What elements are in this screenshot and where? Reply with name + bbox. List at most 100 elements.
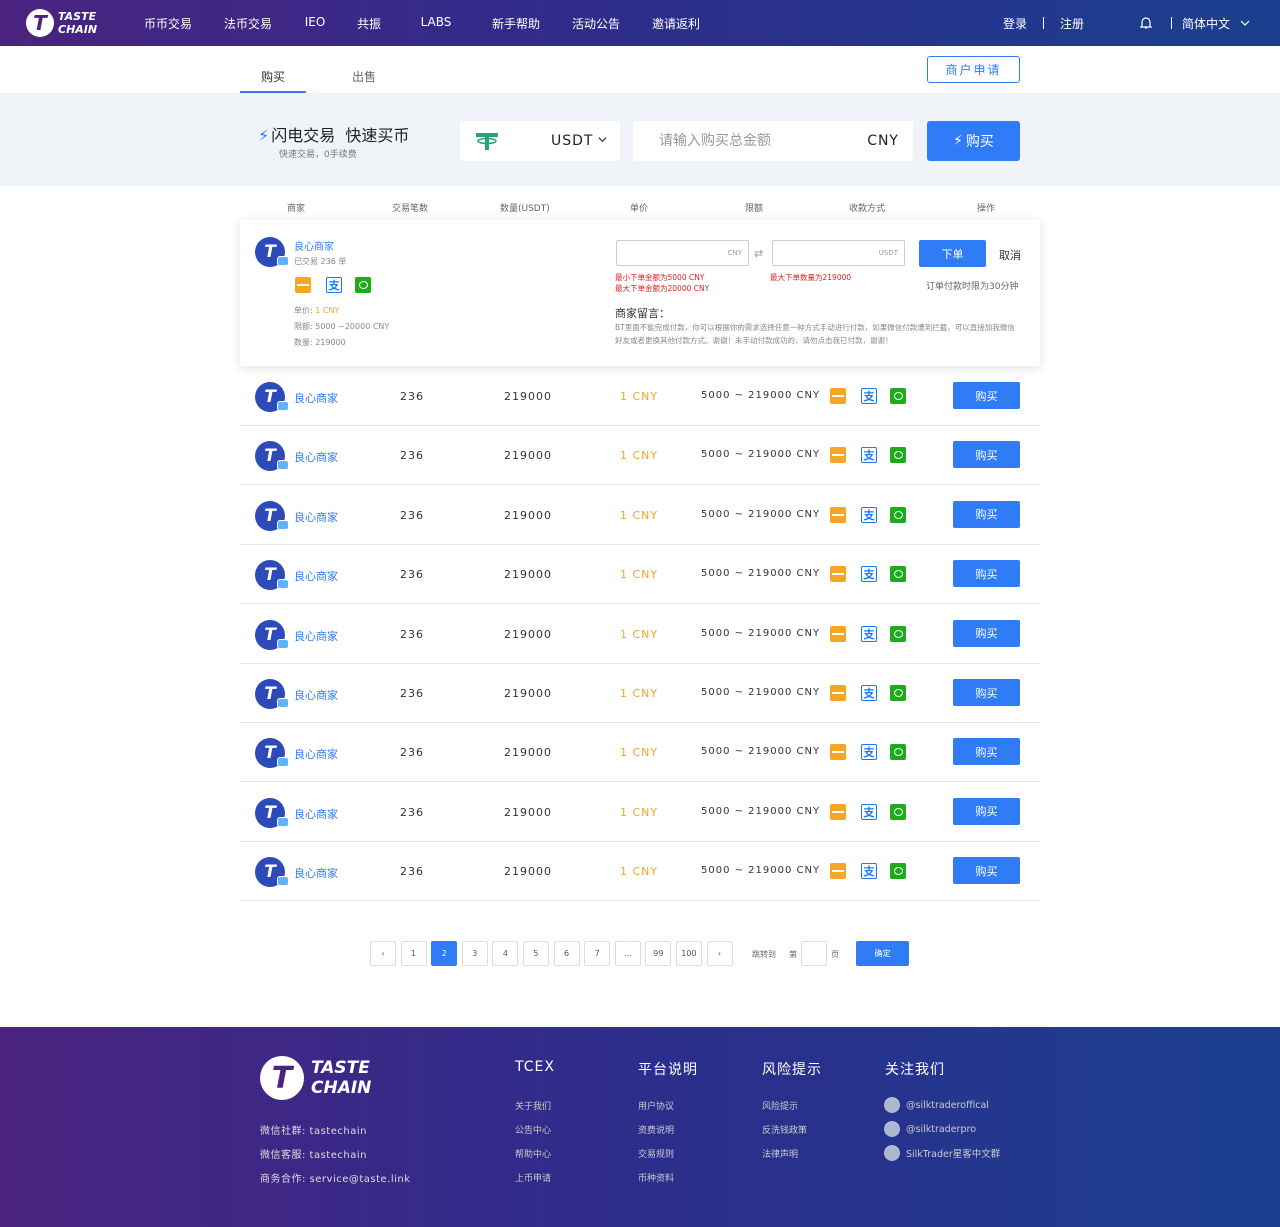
quick-buy-button[interactable]: ⚡ 购买 [927, 121, 1020, 161]
merchant-apply-button[interactable]: 商户申请 [927, 56, 1020, 83]
login-link[interactable]: 登录 [1003, 15, 1027, 32]
limit-range: 5000 ~ 219000 CNY [701, 865, 821, 877]
merchant-name[interactable]: 良心商家 [294, 806, 338, 822]
buy-button[interactable]: 购买 [953, 797, 1020, 825]
social-link[interactable]: @silktraderoffical [884, 1097, 989, 1113]
bank-card-icon [295, 277, 311, 293]
nav-announcements[interactable]: 活动公告 [556, 15, 636, 32]
quantity-info: 数量: 219000 [294, 338, 346, 347]
limit-range: 5000 ~ 219000 CNY [701, 746, 821, 758]
buy-button[interactable]: 购买 [953, 500, 1020, 528]
cny-amount-field[interactable]: CNY [616, 240, 749, 266]
nav-referral[interactable]: 邀请返利 [636, 15, 716, 32]
footer-link[interactable]: 币种资料 [638, 1171, 674, 1184]
page-5[interactable]: 5 [522, 941, 549, 966]
cancel-button[interactable]: 取消 [999, 247, 1021, 263]
table-row: T 良心商家 236 219000 1 CNY 5000 ~ 219000 CNY 支 购买 [240, 842, 1040, 902]
footer-link[interactable]: 法律声明 [762, 1147, 798, 1160]
footer-link[interactable]: 上币申请 [515, 1171, 551, 1184]
merchant-name[interactable]: 良心商家 [294, 865, 338, 881]
wechat-pay-icon [890, 863, 906, 880]
social-link[interactable]: SilkTrader星客中文群 [884, 1145, 1000, 1161]
top-nav-bar: T TASTE CHAIN 币币交易 法币交易 IEO 共振 LABS 新手帮助… [0, 0, 1280, 46]
footer-link[interactable]: 关于我们 [515, 1099, 551, 1112]
page-4[interactable]: 4 [492, 941, 519, 966]
logo[interactable]: T TASTE CHAIN [26, 9, 126, 37]
social-link[interactable]: @silktraderpro [884, 1121, 976, 1137]
bank-card-icon [830, 863, 846, 880]
page-100[interactable]: 100 [675, 941, 702, 966]
coin-select[interactable]: USDT [460, 121, 620, 161]
place-order-button[interactable]: 下单 [919, 240, 986, 267]
page-7[interactable]: 7 [584, 941, 611, 966]
next-page-icon[interactable]: › [706, 941, 733, 966]
chevron-down-icon [598, 137, 607, 143]
alipay-icon: 支 [861, 744, 877, 761]
buy-button[interactable]: 购买 [953, 441, 1020, 469]
page-jump-input[interactable] [801, 941, 827, 966]
unit-price: 1 CNY [620, 627, 659, 641]
bank-card-icon [830, 447, 846, 464]
language-select[interactable]: 简体中文 [1182, 15, 1230, 32]
page-99[interactable]: 99 [645, 941, 672, 966]
max-quantity-warning: 最大下单数量为219000 [770, 273, 852, 282]
verified-icon [277, 757, 289, 768]
tab-sell[interactable]: 出售 [352, 68, 376, 85]
page-3[interactable]: 3 [461, 941, 488, 966]
nav-resonance[interactable]: 共振 [342, 15, 396, 32]
merchant-name[interactable]: 良心商家 [294, 390, 338, 406]
alipay-icon: 支 [861, 625, 877, 642]
nav-coin-trading[interactable]: 币币交易 [128, 15, 208, 32]
nav-ieo[interactable]: IEO [288, 15, 342, 32]
footer-link[interactable]: 用户协议 [638, 1099, 674, 1112]
trade-count: 236 [400, 805, 424, 819]
footer-link[interactable]: 风险提示 [762, 1099, 798, 1112]
trade-count: 236 [400, 449, 424, 463]
buy-button[interactable]: 购买 [953, 857, 1020, 885]
footer-link[interactable]: 公告中心 [515, 1123, 551, 1136]
page-6[interactable]: 6 [553, 941, 580, 966]
bell-icon[interactable] [1139, 16, 1153, 30]
bank-card-icon [830, 685, 846, 701]
lightning-icon: ⚡ [258, 126, 270, 145]
limit-info: 限额: 5000 ~20000 CNY [294, 322, 390, 331]
alipay-icon: 支 [861, 685, 877, 701]
merchant-name[interactable]: 良心商家 [294, 449, 338, 465]
limit-range: 5000 ~ 219000 CNY [701, 508, 821, 520]
nav-help[interactable]: 新手帮助 [476, 15, 556, 32]
wechat-pay-icon [890, 803, 906, 820]
merchant-name[interactable]: 良心商家 [294, 687, 338, 703]
nav-labs[interactable]: LABS [396, 15, 476, 32]
avatar: T [255, 441, 289, 472]
nav-fiat-trading[interactable]: 法币交易 [208, 15, 288, 32]
footer-link[interactable]: 交易规则 [638, 1147, 674, 1160]
merchant-name[interactable]: 良心商家 [294, 238, 334, 253]
page-jump-confirm-button[interactable]: 确定 [856, 941, 909, 966]
footer-link[interactable]: 资费说明 [638, 1123, 674, 1136]
amount-input[interactable] [659, 132, 849, 148]
merchant-name[interactable]: 良心商家 [294, 628, 338, 644]
chevron-down-icon[interactable] [1240, 18, 1250, 28]
merchant-name[interactable]: 良心商家 [294, 568, 338, 584]
buy-button[interactable]: 购买 [953, 619, 1020, 647]
merchant-name[interactable]: 良心商家 [294, 509, 338, 525]
social-icon [884, 1145, 900, 1161]
limit-range: 5000 ~ 219000 CNY [701, 627, 821, 639]
usdt-amount-field[interactable]: USDT [772, 240, 905, 266]
buy-button[interactable]: 购买 [953, 679, 1020, 706]
prev-page-icon[interactable]: ‹ [370, 941, 396, 966]
page-2[interactable]: 2 [431, 941, 458, 966]
trade-count: 236 [400, 568, 424, 582]
merchant-name[interactable]: 良心商家 [294, 746, 338, 762]
avatar: T [255, 857, 289, 888]
buy-button[interactable]: 购买 [953, 382, 1020, 409]
page-1[interactable]: 1 [400, 941, 427, 966]
register-link[interactable]: 注册 [1060, 15, 1084, 32]
buy-button[interactable]: 购买 [953, 560, 1020, 588]
avatar: T [255, 738, 289, 769]
footer-link[interactable]: 帮助中心 [515, 1147, 551, 1160]
buy-button[interactable]: 购买 [953, 738, 1020, 766]
footer-link[interactable]: 反洗钱政策 [762, 1123, 807, 1136]
tab-buy[interactable]: 购买 [240, 68, 306, 93]
verified-icon [277, 460, 289, 471]
